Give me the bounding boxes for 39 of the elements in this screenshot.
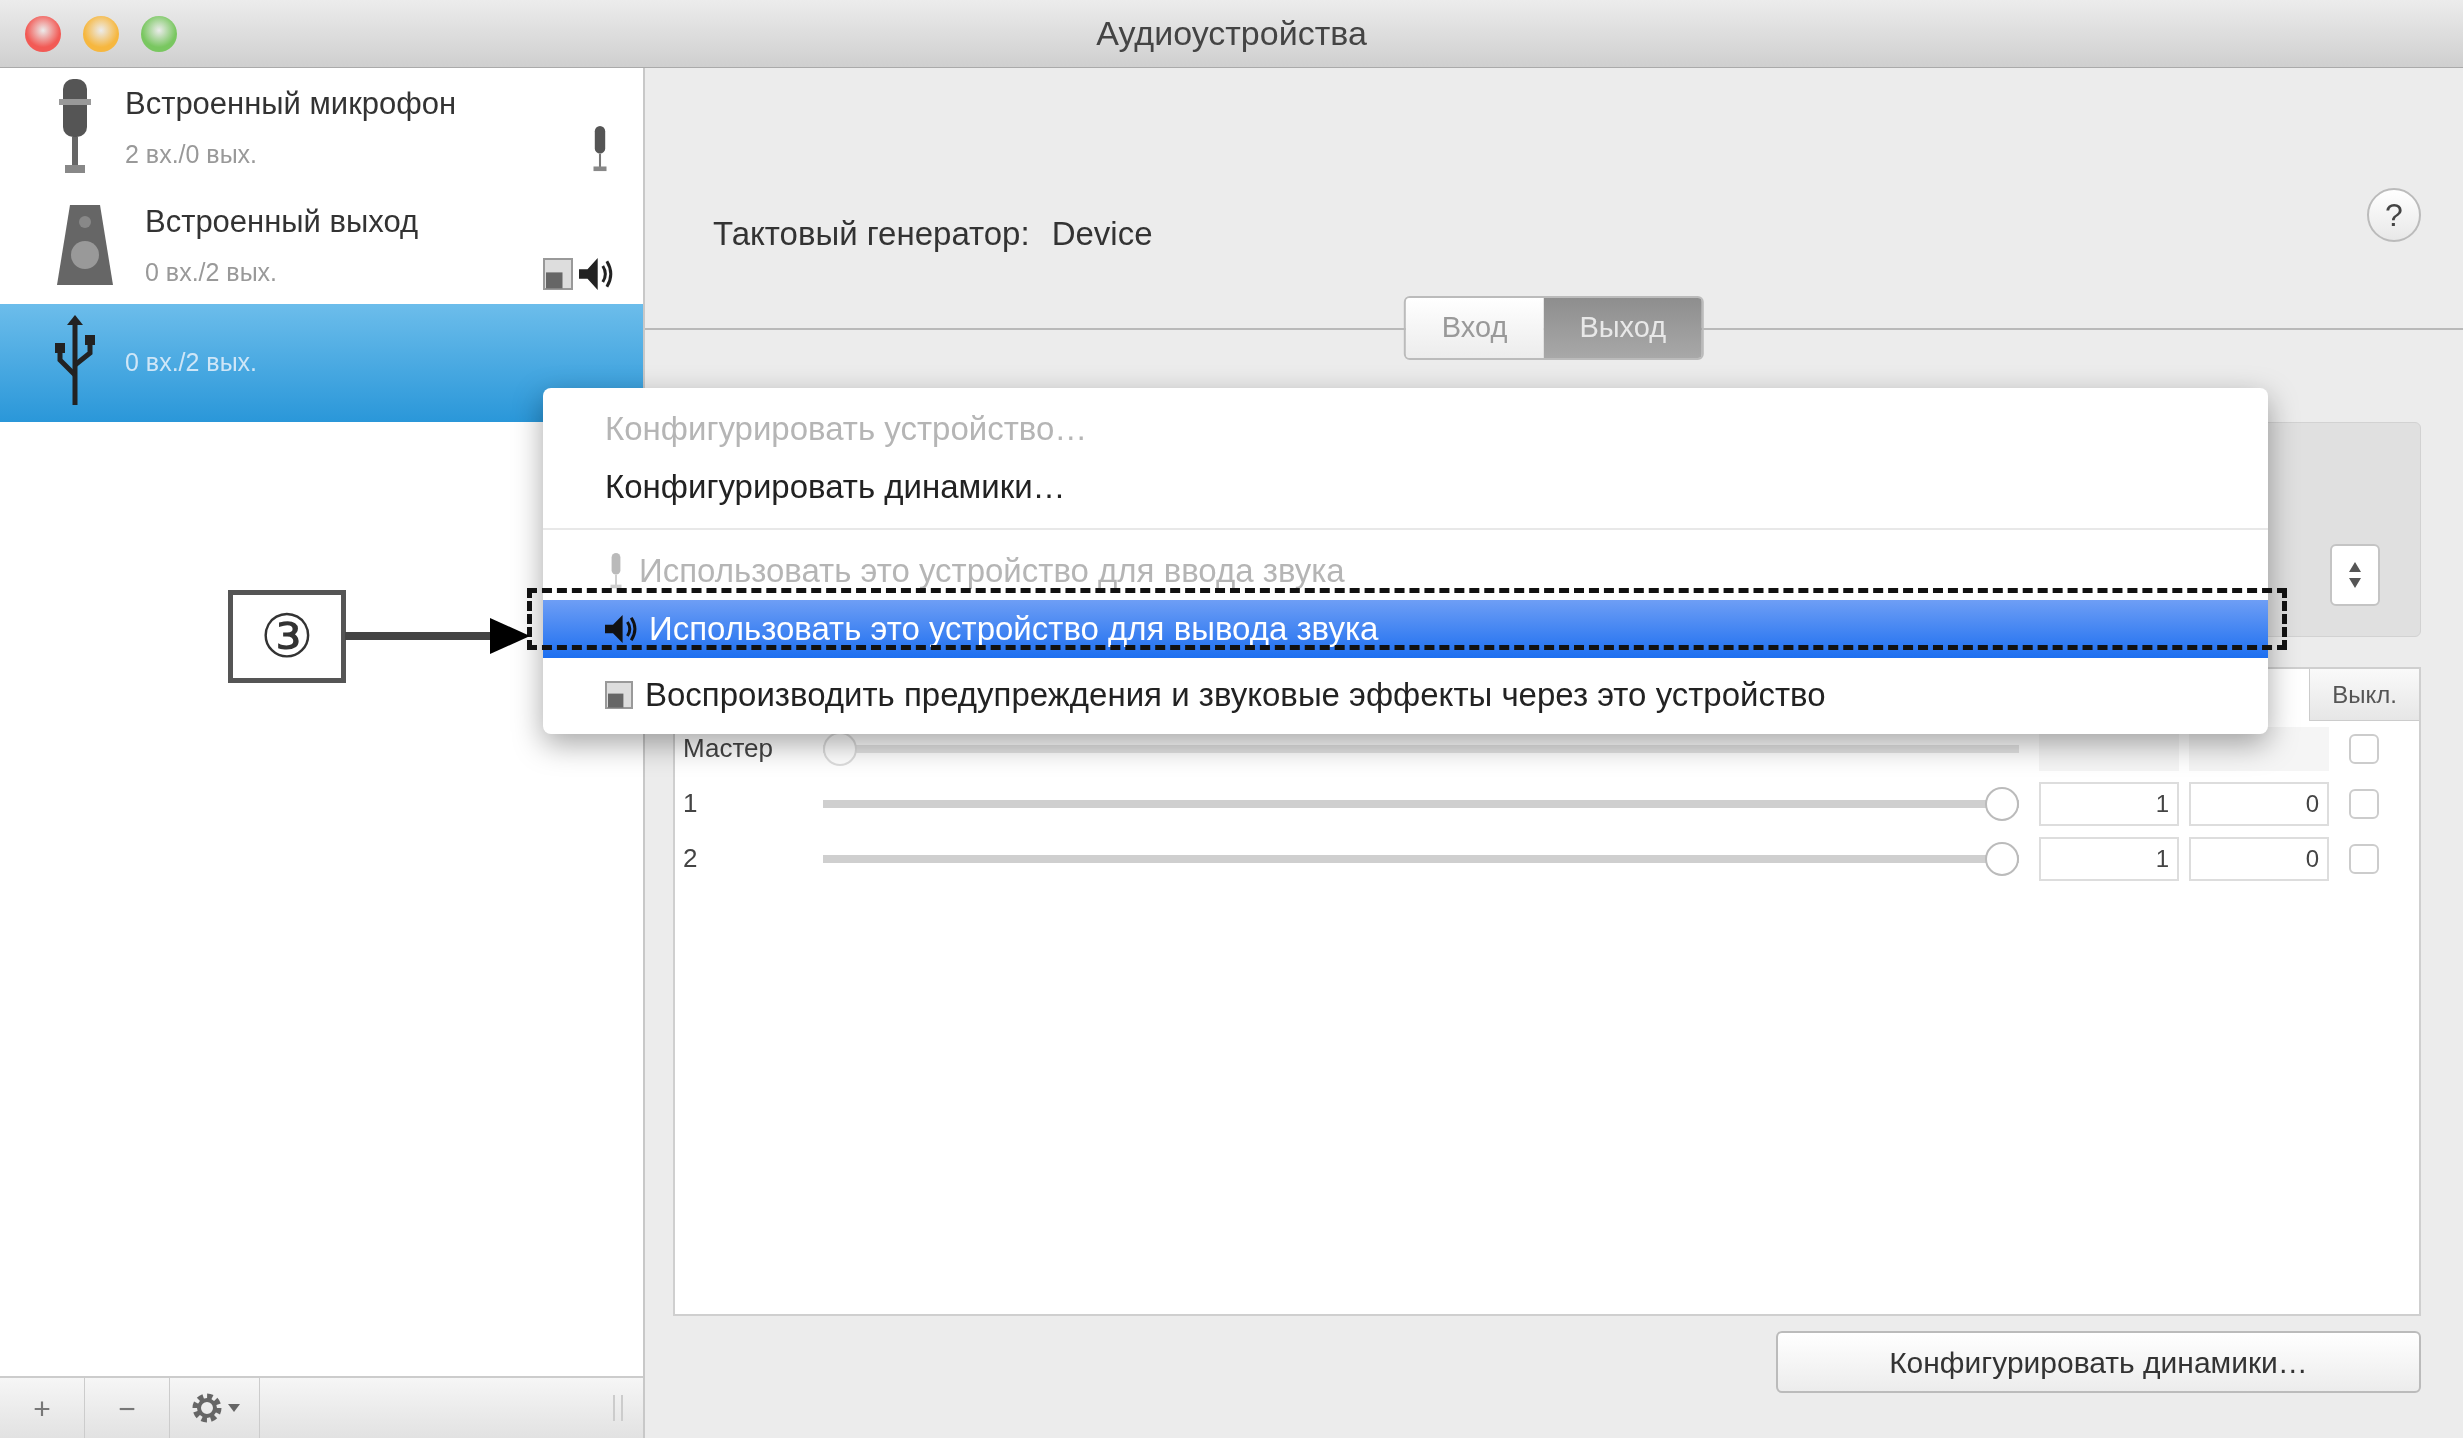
channel-count: 2 вх./0 вых. [125,138,259,170]
menu-item[interactable]: Использовать это устройство для вывода звука [543,600,2268,658]
device-name: Встроенный выход [145,203,420,241]
resize-grip[interactable] [613,1395,623,1421]
window-title: Аудиоустройства [1096,13,1367,54]
add-button[interactable]: + [0,1378,85,1438]
help-button[interactable]: ? [2367,188,2421,242]
minimize-button[interactable] [83,15,119,52]
alert-icon [605,681,633,709]
menu-item[interactable]: Конфигурировать динамики… [543,458,2268,516]
caret-icon [227,1404,240,1412]
device-row[interactable]: Встроенный выход 0 вх./2 вых. [0,186,643,304]
value-field[interactable]: 1 [2039,781,2179,826]
slider-thumb[interactable] [1985,786,2019,821]
format-dropdown[interactable] [2330,544,2380,606]
channel-count: 0 вх./2 вых. [125,347,259,379]
channel-label: 1 [683,787,699,820]
db-field[interactable]: 0 [2189,781,2329,826]
db-field[interactable]: 0 [2189,836,2329,881]
slider-thumb[interactable] [1985,841,2019,876]
channel-label: 2 [683,842,699,875]
value-field[interactable]: 1 [2039,836,2179,881]
device-name: Встроенный микрофон [125,85,458,123]
clock-source-label: Тактовый генератор: [713,214,1030,252]
column-header: Выкл. [2309,669,2419,721]
mute-checkbox[interactable] [2349,843,2379,874]
channel-label: Мастер [683,732,774,765]
speaker-icon [605,615,637,643]
callout-label: ③ [228,590,346,683]
close-button[interactable] [25,15,61,52]
zoom-button[interactable] [141,15,177,52]
clock-source-value: Device [1051,214,1153,252]
up-down-arrows-icon [2348,560,2362,590]
channel-count: 0 вх./2 вых. [145,256,279,288]
menu-item[interactable]: Воспроизводить предупреждения и звуковые эффекты через это устройство [543,666,2268,724]
remove-button[interactable]: − [85,1378,170,1438]
mute-checkbox[interactable] [2349,788,2379,819]
configure-speakers-button[interactable]: Конфигурировать динамики… [1776,1331,2421,1393]
device-row[interactable]: Встроенный микрофон 2 вх./0 вых. [0,68,643,186]
